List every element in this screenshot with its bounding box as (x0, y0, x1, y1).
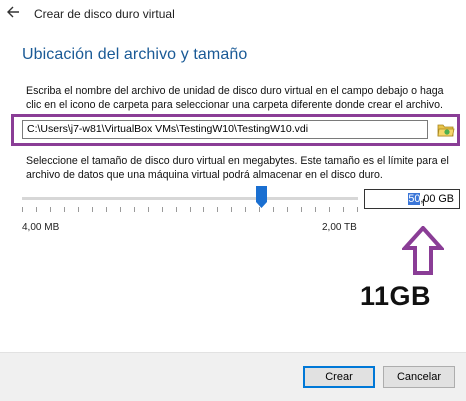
size-description-line-2: archivo de datos que una máquina virtual… (26, 169, 383, 181)
size-annotation: 11GB (360, 281, 432, 311)
title-bar: Crear de disco duro virtual (0, 0, 466, 30)
slider-tick (343, 207, 344, 212)
slider-tick (357, 207, 358, 212)
slider-tick (22, 207, 23, 212)
slider-tick (92, 207, 93, 212)
size-description-line-1: Seleccione el tamaño de disco duro virtu… (26, 155, 449, 167)
slider-tick (329, 207, 330, 212)
back-arrow-icon[interactable] (6, 5, 22, 21)
location-description-line-1: Escriba el nombre del archivo de unidad … (26, 85, 444, 97)
slider-tick (106, 207, 107, 212)
slider-tick (287, 207, 288, 212)
slider-tick (134, 207, 135, 212)
slider-max-label: 2,00 TB (322, 222, 357, 233)
folder-icon (437, 124, 455, 137)
slider-tick (217, 207, 218, 212)
location-description-line-2: clic en el icono de carpeta para selecci… (26, 99, 443, 111)
choose-folder-button[interactable] (434, 119, 456, 140)
slider-tick (64, 207, 65, 212)
slider-thumb[interactable] (256, 186, 267, 208)
slider-tick (203, 207, 204, 212)
slider-tick (162, 207, 163, 212)
cancel-button[interactable]: Cancelar (383, 366, 455, 388)
slider-tick (36, 207, 37, 212)
disk-size-input[interactable]: 50,00 GB (364, 189, 460, 209)
size-description: Seleccione el tamaño de disco duro virtu… (26, 154, 456, 182)
slider-track (22, 197, 358, 200)
text-cursor-icon: I (422, 198, 425, 209)
slider-tick (301, 207, 302, 212)
slider-tick (176, 207, 177, 212)
location-description: Escriba el nombre del archivo de unidad … (26, 84, 456, 112)
slider-tick (50, 207, 51, 212)
slider-ticks (22, 207, 358, 215)
slider-tick (78, 207, 79, 212)
slider-tick (273, 207, 274, 212)
up-arrow-icon (400, 225, 446, 276)
selected-size-text: 50 (408, 193, 421, 205)
create-button[interactable]: Crear (303, 366, 375, 388)
window-title: Crear de disco duro virtual (34, 7, 175, 21)
slider-tick (315, 207, 316, 212)
slider-tick (148, 207, 149, 212)
page-heading: Ubicación del archivo y tamaño (22, 46, 248, 63)
slider-min-label: 4,00 MB (22, 222, 60, 233)
disk-size-slider[interactable] (22, 186, 358, 226)
slider-tick (245, 207, 246, 212)
slider-tick (120, 207, 121, 212)
slider-tick (190, 207, 191, 212)
file-path-input[interactable]: C:\Users\j7-w81\VirtualBox VMs\TestingW1… (22, 120, 428, 139)
slider-tick (231, 207, 232, 212)
